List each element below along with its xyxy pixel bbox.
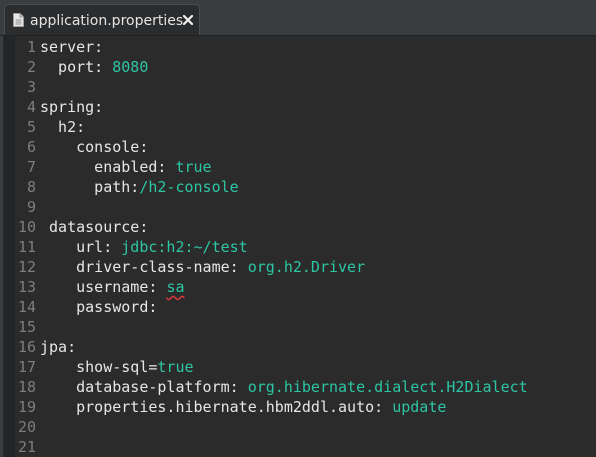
line-number: 8 bbox=[26, 178, 36, 196]
property-key: driver-class-name: bbox=[40, 258, 248, 276]
property-key: h2: bbox=[40, 118, 86, 136]
line-number: 21 bbox=[17, 438, 36, 456]
code-line[interactable]: driver-class-name: org.h2.Driver bbox=[40, 257, 365, 277]
line-number: 11 bbox=[17, 238, 36, 256]
line-number: 20 bbox=[17, 418, 36, 436]
code-line[interactable]: properties.hibernate.hbm2ddl.auto: updat… bbox=[40, 397, 446, 417]
property-key: port: bbox=[40, 58, 113, 76]
code-line[interactable]: datasource: bbox=[40, 217, 148, 237]
code-line[interactable]: jpa: bbox=[40, 337, 76, 357]
property-value: org.h2.Driver bbox=[247, 258, 366, 276]
property-key: spring: bbox=[40, 98, 104, 116]
code-line[interactable]: show-sql=true bbox=[40, 357, 194, 377]
property-value: update bbox=[392, 398, 447, 416]
property-key: url: bbox=[40, 238, 122, 256]
property-key: properties.hibernate.hbm2ddl.auto: bbox=[40, 398, 393, 416]
property-value: sa bbox=[166, 278, 185, 296]
property-value: true bbox=[175, 158, 212, 176]
code-line[interactable]: port: 8080 bbox=[40, 57, 148, 77]
property-key: enabled: bbox=[40, 158, 176, 176]
line-number: 10 bbox=[17, 218, 36, 236]
close-icon[interactable] bbox=[183, 15, 193, 25]
line-number: 7 bbox=[26, 158, 36, 176]
code-line[interactable]: database-platform: org.hibernate.dialect… bbox=[40, 377, 528, 397]
tab-title: application.properties bbox=[30, 13, 184, 29]
property-value: jdbc:h2:~/test bbox=[121, 238, 248, 256]
code-line[interactable]: spring: bbox=[40, 97, 103, 117]
line-number: 16 bbox=[17, 338, 36, 356]
property-key: console: bbox=[40, 138, 149, 156]
line-number: 2 bbox=[26, 58, 36, 76]
line-number: 13 bbox=[17, 278, 36, 296]
property-key: server: bbox=[40, 38, 104, 56]
property-value: /h2-console bbox=[139, 178, 239, 196]
code-line[interactable]: enabled: true bbox=[40, 157, 212, 177]
code-line[interactable]: console: bbox=[40, 137, 148, 157]
property-key: path: bbox=[40, 178, 140, 196]
line-number: 3 bbox=[26, 78, 36, 96]
line-number: 19 bbox=[17, 398, 36, 416]
line-number: 9 bbox=[26, 198, 36, 216]
code-line[interactable]: url: jdbc:h2:~/test bbox=[40, 237, 248, 257]
code-line[interactable]: password: bbox=[40, 297, 157, 317]
tab-application-properties[interactable]: application.properties bbox=[4, 4, 200, 36]
property-key: jpa: bbox=[40, 338, 77, 356]
property-key: datasource: bbox=[40, 218, 149, 236]
file-icon bbox=[13, 13, 24, 27]
property-value: true bbox=[157, 358, 194, 376]
line-number: 12 bbox=[17, 258, 36, 276]
line-number: 18 bbox=[17, 378, 36, 396]
code-line[interactable]: server: bbox=[40, 37, 103, 57]
line-number: 1 bbox=[26, 38, 36, 56]
property-key: password: bbox=[40, 298, 158, 316]
line-number: 6 bbox=[26, 138, 36, 156]
property-value: 8080 bbox=[112, 58, 149, 76]
line-number: 5 bbox=[26, 118, 36, 136]
code-editor[interactable]: 1 server: 2 port: 8080 3 4 spring: 5 h2: 6 cons… bbox=[0, 36, 596, 457]
property-value: org.hibernate.dialect.H2Dialect bbox=[247, 378, 528, 396]
overview-ruler bbox=[4, 36, 15, 457]
code-line[interactable]: path:/h2-console bbox=[40, 177, 239, 197]
property-key: username: bbox=[40, 278, 167, 296]
line-number: 17 bbox=[17, 358, 36, 376]
property-key: show-sql= bbox=[40, 358, 158, 376]
code-line[interactable]: username: sa bbox=[40, 277, 185, 297]
property-key: database-platform: bbox=[40, 378, 248, 396]
line-number: 14 bbox=[17, 298, 36, 316]
line-number: 4 bbox=[26, 98, 36, 116]
line-number: 15 bbox=[17, 318, 36, 336]
editor-left-ruler bbox=[0, 36, 3, 457]
code-line[interactable]: h2: bbox=[40, 117, 85, 137]
editor-tab-bar: application.properties bbox=[0, 0, 596, 36]
